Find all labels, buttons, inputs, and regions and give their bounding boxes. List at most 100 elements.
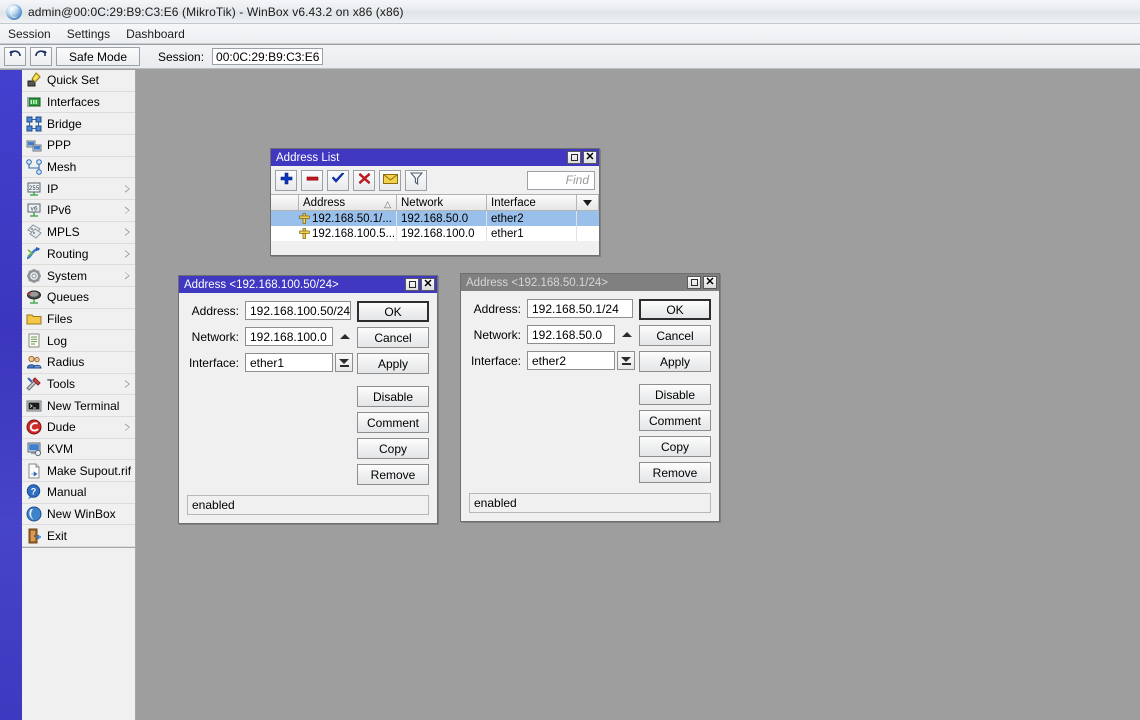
session-value[interactable]: 00:0C:29:B9:C3:E6 — [212, 48, 324, 65]
address-dialog-100-statuswrap: enabled — [179, 491, 437, 523]
menu-item-session[interactable]: Session — [0, 26, 59, 42]
address-dialog-50: Address <192.168.50.1/24> ✕ Address: 192… — [460, 273, 720, 522]
new-winbox-icon — [26, 506, 42, 522]
disable-button[interactable]: Disable — [639, 384, 711, 405]
chevron-right-icon — [125, 206, 130, 215]
sidebar-item-ip[interactable]: 255 IP — [22, 178, 135, 201]
undo-button[interactable] — [4, 47, 26, 66]
ppp-icon — [26, 140, 42, 152]
maximize-icon[interactable] — [687, 276, 701, 289]
interface-input[interactable]: ether1 — [245, 353, 333, 372]
sidebar-item-new-terminal[interactable]: New Terminal — [22, 395, 135, 417]
address-list-title: Address List — [276, 151, 340, 164]
cell-network: 192.168.100.0 — [401, 227, 475, 240]
table-row[interactable]: 192.168.50.1/... 192.168.50.0 ether2 — [271, 211, 599, 226]
close-icon[interactable]: ✕ — [583, 151, 597, 164]
svg-text:v6: v6 — [30, 206, 38, 213]
comment-button[interactable]: Comment — [639, 410, 711, 431]
sidebar-item-new-winbox[interactable]: New WinBox — [22, 504, 135, 526]
kvm-icon — [27, 442, 42, 457]
remove-button[interactable]: Remove — [639, 462, 711, 483]
safe-mode-button[interactable]: Safe Mode — [56, 47, 140, 66]
address-dialog-100-titlebar[interactable]: Address <192.168.100.50/24> ✕ — [179, 276, 437, 293]
funnel-icon — [409, 172, 423, 188]
sidebar-item-routing[interactable]: Routing — [22, 244, 135, 266]
sidebar-item-log[interactable]: Log — [22, 330, 135, 352]
sidebar-item-interfaces[interactable]: Interfaces — [22, 92, 135, 114]
maximize-icon[interactable] — [567, 151, 581, 164]
interface-dropdown-button[interactable] — [335, 353, 353, 372]
filter-button[interactable] — [405, 169, 427, 191]
check-icon — [331, 172, 345, 188]
disable-button[interactable] — [353, 169, 375, 191]
address-input[interactable]: 192.168.100.50/24 — [245, 301, 351, 320]
ok-button[interactable]: OK — [357, 301, 429, 322]
ok-button[interactable]: OK — [639, 299, 711, 320]
triangle-up-icon — [340, 334, 350, 339]
chevron-right-icon — [125, 271, 130, 280]
mpls-icon — [27, 224, 42, 239]
column-header-flags[interactable] — [271, 195, 299, 211]
address-input[interactable]: 192.168.50.1/24 — [527, 299, 633, 318]
sidebar-item-bridge[interactable]: Bridge — [22, 113, 135, 136]
network-input[interactable]: 192.168.50.0 — [527, 325, 615, 344]
sidebar-item-make-supout-rif[interactable]: Make Supout.rif — [22, 460, 135, 483]
comment-button[interactable] — [379, 169, 401, 191]
sidebar-item-system[interactable]: System — [22, 265, 135, 287]
enable-button[interactable] — [327, 169, 349, 191]
column-chooser-button[interactable] — [577, 195, 599, 211]
disable-button[interactable]: Disable — [357, 386, 429, 407]
cancel-button[interactable]: Cancel — [639, 325, 711, 346]
apply-button[interactable]: Apply — [357, 353, 429, 374]
copy-button[interactable]: Copy — [357, 438, 429, 459]
sidebar-item-files[interactable]: Files — [22, 309, 135, 331]
status-badge: enabled — [187, 495, 429, 515]
sidebar-item-label: System — [47, 268, 88, 283]
minus-icon — [306, 172, 319, 188]
copy-button[interactable]: Copy — [639, 436, 711, 457]
sidebar-item-ipv6[interactable]: v6 IPv6 — [22, 200, 135, 222]
menu-item-dashboard[interactable]: Dashboard — [118, 26, 193, 42]
network-expand-button[interactable] — [618, 325, 636, 344]
sidebar-item-ppp[interactable]: PPP — [22, 135, 135, 157]
comment-button[interactable]: Comment — [357, 412, 429, 433]
address-dialog-50-titlebar[interactable]: Address <192.168.50.1/24> ✕ — [461, 274, 719, 291]
find-input[interactable]: Find — [527, 170, 595, 190]
maximize-icon[interactable] — [405, 278, 419, 291]
interface-dropdown-button[interactable] — [617, 351, 635, 370]
sidebar-item-kvm[interactable]: KVM — [22, 439, 135, 461]
sidebar-item-mesh[interactable]: Mesh — [22, 157, 135, 179]
interface-input[interactable]: ether2 — [527, 351, 615, 370]
close-icon[interactable]: ✕ — [421, 278, 435, 291]
column-header-address[interactable]: Address △ — [299, 195, 397, 211]
add-button[interactable] — [275, 169, 297, 191]
queues-icon — [27, 290, 41, 304]
close-icon[interactable]: ✕ — [703, 276, 717, 289]
address-list-titlebar[interactable]: Address List ✕ — [271, 149, 599, 166]
remove-button[interactable] — [301, 169, 323, 191]
sidebar-item-dude[interactable]: Dude — [22, 417, 135, 439]
sidebar-item-mpls[interactable]: MPLS — [22, 222, 135, 244]
triangle-down-bar-icon — [339, 358, 349, 367]
sidebar-item-exit[interactable]: Exit — [22, 525, 135, 548]
sidebar-item-radius[interactable]: Radius — [22, 352, 135, 374]
address-dialog-50-body: Address: 192.168.50.1/24 Network: 192.16… — [461, 291, 719, 489]
remove-button[interactable]: Remove — [357, 464, 429, 485]
sidebar-item-queues[interactable]: Queues — [22, 287, 135, 309]
sidebar-item-quick-set[interactable]: Quick Set — [22, 70, 135, 92]
menu-item-settings[interactable]: Settings — [59, 26, 118, 42]
redo-button[interactable] — [30, 47, 52, 66]
column-header-network[interactable]: Network — [397, 195, 487, 211]
column-header-interface[interactable]: Interface — [487, 195, 577, 211]
sidebar-item-manual[interactable]: ? Manual — [22, 482, 135, 504]
table-row[interactable]: 192.168.100.5... 192.168.100.0 ether1 — [271, 226, 599, 241]
sidebar-item-label: Radius — [47, 355, 85, 370]
cancel-button[interactable]: Cancel — [357, 327, 429, 348]
network-field-label: Network: — [473, 327, 521, 342]
address-dialog-100-body: Address: 192.168.100.50/24 Network: 192.… — [179, 293, 437, 491]
sidebar-item-tools[interactable]: Tools — [22, 374, 135, 396]
network-expand-button[interactable] — [336, 327, 354, 346]
network-input[interactable]: 192.168.100.0 — [245, 327, 333, 346]
apply-button[interactable]: Apply — [639, 351, 711, 372]
session-label: Session: — [158, 49, 205, 64]
